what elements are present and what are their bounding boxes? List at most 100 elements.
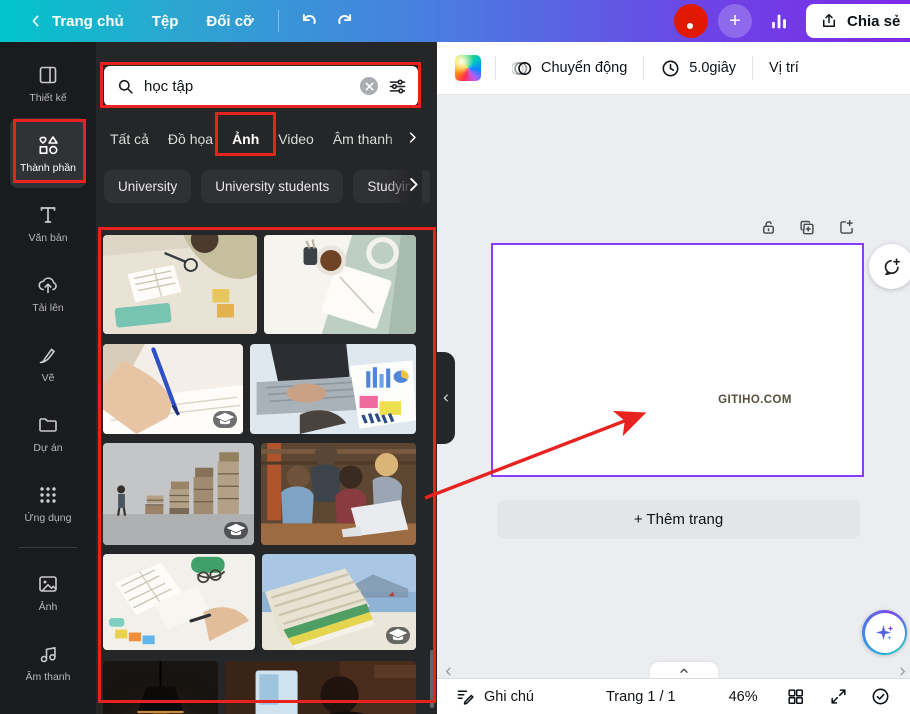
sidebar-item-projects[interactable]: Dự án [10,398,86,468]
page-indicator[interactable]: Trang 1 / 1 [606,689,676,705]
toolbar-divider [643,56,645,80]
sidebar-item-text[interactable]: Văn bản [10,188,86,258]
add-page-button[interactable]: + Thêm trang [497,500,860,539]
shapes-icon [36,133,60,157]
sidebar-item-draw[interactable]: Vẽ [10,328,86,398]
chip-university[interactable]: University [104,170,192,203]
notes-button[interactable]: Ghi chú [455,686,534,707]
home-label: Trang chủ [52,12,124,30]
sparkle-icon [873,621,897,645]
tab-photos[interactable]: Ảnh [232,125,260,156]
chip-university-students[interactable]: University students [201,170,344,203]
photo-thumbnail-writing-hand[interactable] [103,344,243,434]
home-button[interactable]: Trang chủ [16,7,136,36]
chips-chevron-right-icon[interactable] [404,175,423,194]
undo-icon [297,10,319,32]
search-icon [116,77,135,96]
photo-thumbnail-laptop-charts[interactable] [250,344,416,434]
education-badge-icon [386,627,410,644]
page-controls [759,218,856,237]
background-color-swatch[interactable] [455,55,481,81]
panel-scrollbar[interactable] [430,650,434,708]
check-circle-icon [870,686,891,707]
hscroll-left-arrow[interactable] [443,666,454,677]
motion-button[interactable]: Chuyển động [510,54,629,83]
add-page-icon-button[interactable] [837,218,856,237]
watermark-text: GITIHO.COM [718,394,792,407]
panel-collapse-handle[interactable] [437,352,455,444]
avatar[interactable] [674,4,708,38]
photo-thumbnail-coffee-notebook[interactable] [264,235,416,334]
rail-divider [19,547,77,548]
sidebar-item-elements[interactable]: Thành phần [10,118,86,188]
filter-sliders-icon[interactable] [387,76,408,97]
text-icon [36,203,60,227]
insights-button[interactable] [762,4,796,38]
hscroll-right-arrow[interactable] [897,666,908,677]
design-icon [36,63,60,87]
undo-button[interactable] [291,4,325,38]
clear-search-icon[interactable] [360,77,378,95]
expand-icon [829,687,848,706]
sidebar-rail: Thiết kế Thành phần Văn bản Tải lên Vẽ D… [0,42,96,714]
grid-view-icon [786,687,805,706]
tab-audio[interactable]: Âm thanh [333,125,393,156]
media-type-tabs: Tất cả Đồ họa Ảnh Video Âm thanh [110,122,422,158]
sidebar-item-photos[interactable]: Ảnh [10,557,86,627]
suggestion-chips: University University students Studying [104,170,430,203]
education-badge-icon [224,522,248,539]
photo-thumbnail-night-study[interactable] [225,661,416,714]
share-button[interactable]: Chia sẻ [806,4,910,38]
status-bar: Ghi chú Trang 1 / 1 46% ? [437,678,910,714]
redo-icon [335,10,357,32]
education-badge-icon [213,411,237,428]
share-upload-icon [820,12,838,30]
photo-thumbnail-books-sea[interactable] [262,554,416,650]
photo-thumbnail-book-stacks[interactable] [103,443,254,545]
canvas-area: Chuyển động 5.0giây Vị trí GITIHO.COM + … [437,42,910,714]
design-page[interactable]: GITIHO.COM [491,243,864,477]
grid-view-button[interactable] [786,687,805,706]
image-icon [36,572,60,596]
page-toolbar: Chuyển động 5.0giây Vị trí [437,42,910,95]
photo-thumbnail-notes-books[interactable] [103,554,255,650]
toolbar-divider [752,56,754,80]
toolbar-divider [495,56,496,80]
photo-thumbnail-students-laptop[interactable] [261,443,416,545]
unlock-button[interactable] [759,218,778,237]
add-member-button[interactable]: + [718,4,752,38]
resize-menu[interactable]: Đổi cỡ [194,7,265,36]
fullscreen-button[interactable] [829,687,848,706]
ai-assistant-button[interactable] [862,610,907,655]
sidebar-item-audio[interactable]: Âm thanh [10,627,86,697]
comment-button[interactable] [869,244,910,289]
saved-status-button[interactable] [870,686,891,707]
music-note-icon [36,642,60,666]
photo-results-grid [103,235,416,714]
photo-thumbnail-studying-desk[interactable] [103,235,257,334]
clock-icon [660,58,681,79]
motion-circles-icon [512,58,533,79]
search-input[interactable] [144,77,351,95]
file-menu[interactable]: Tệp [140,7,191,36]
elements-panel: Tất cả Đồ họa Ảnh Video Âm thanh Univers… [96,42,437,714]
zoom-level[interactable]: 46% [729,689,758,705]
collapse-bottom-tab[interactable] [650,662,718,679]
redo-button[interactable] [329,4,363,38]
pen-draw-icon [36,343,60,367]
duration-button[interactable]: 5.0giây [658,54,738,83]
duplicate-page-button[interactable] [798,218,817,237]
top-bar: Trang chủ Tệp Đổi cỡ + Chia sẻ [0,0,910,42]
photo-thumbnail-lamp-dark[interactable] [103,661,218,714]
search-box [104,66,418,106]
sidebar-item-uploads[interactable]: Tải lên [10,258,86,328]
tabs-chevron-right-icon[interactable] [405,130,420,145]
sidebar-item-design[interactable]: Thiết kế [10,48,86,118]
position-button[interactable]: Vị trí [767,56,801,80]
folder-icon [36,413,60,437]
cloud-upload-icon [36,273,60,297]
sidebar-item-apps[interactable]: Ứng dụng [10,468,86,538]
tab-all[interactable]: Tất cả [110,125,149,156]
tab-video[interactable]: Video [278,125,314,156]
tab-graphics[interactable]: Đồ họa [168,125,213,156]
